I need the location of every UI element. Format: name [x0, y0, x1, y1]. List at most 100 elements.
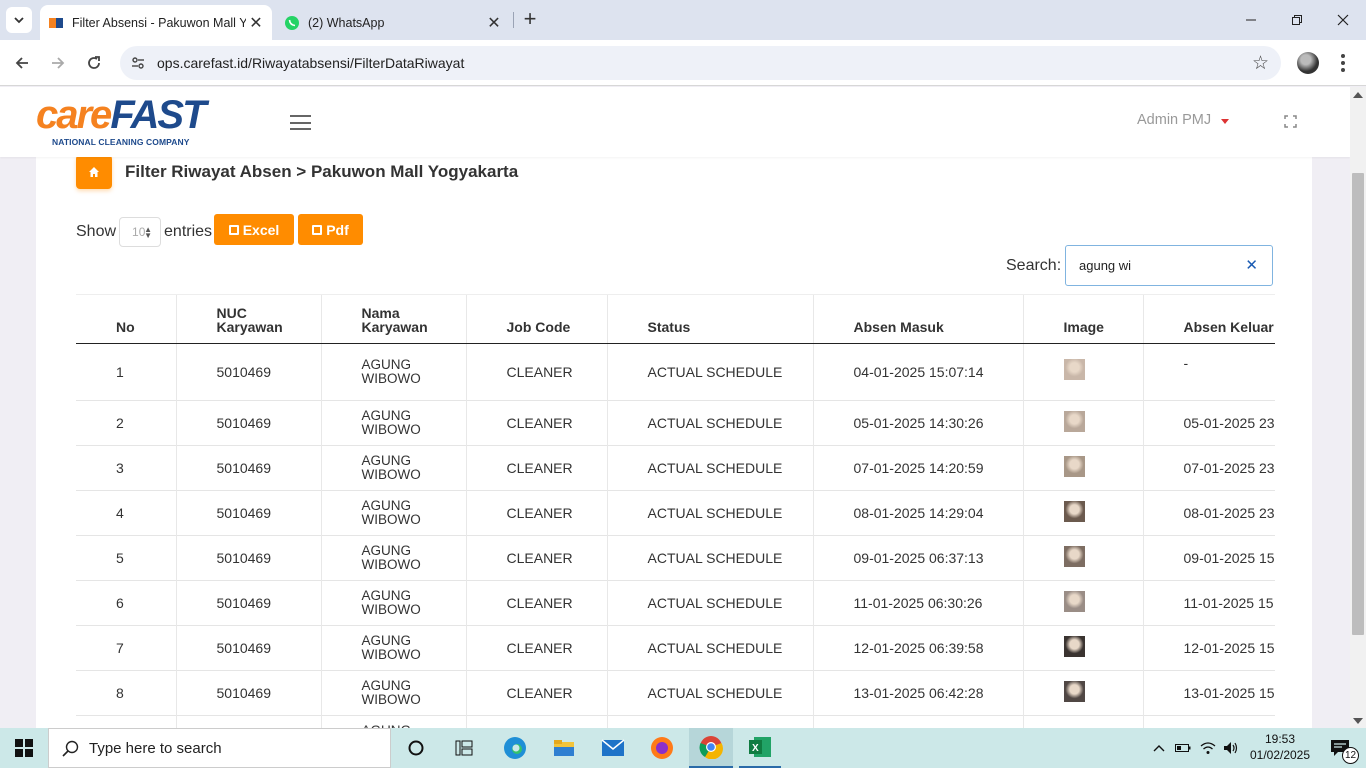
taskbar-search-placeholder: Type here to search — [89, 739, 222, 757]
clear-search-icon[interactable]: ✕ — [1245, 256, 1258, 274]
windows-taskbar: Type here to search X 19:53 01/02/2025 1… — [0, 728, 1366, 768]
page-length-select[interactable]: 10 ▲ ▼ — [119, 217, 162, 247]
back-button[interactable] — [8, 49, 36, 77]
cell-absen-keluar-text: 07-01-2025 23 — [1183, 460, 1275, 476]
cell-job-code: CLEANER — [465, 400, 607, 446]
page-scrollbar[interactable] — [1350, 87, 1366, 728]
tab-whatsapp[interactable]: (2) WhatsApp ✕ — [276, 5, 510, 40]
column-header-nama[interactable]: Nama Karyawan — [320, 294, 466, 344]
search-icon — [62, 740, 79, 757]
attendance-photo-thumbnail[interactable] — [1063, 411, 1085, 432]
tab-filter-absensi[interactable]: Filter Absensi - Pakuwon Mall Y ✕ — [40, 5, 272, 40]
column-header-status[interactable]: Status — [606, 294, 813, 344]
column-header-absen-keluar[interactable]: Absen Keluar — [1142, 294, 1275, 344]
column-header-image[interactable]: Image — [1022, 294, 1143, 344]
table-row: 1 5010469 AGUNG WIBOWO CLEANER ACTUAL SCHEDUL… — [76, 343, 1275, 401]
cortana-button[interactable] — [398, 728, 434, 768]
close-window-button[interactable] — [1320, 0, 1366, 40]
close-tab-icon[interactable]: ✕ — [246, 13, 266, 33]
restore-button[interactable] — [1274, 0, 1320, 40]
pdf-button[interactable]: Pdf — [298, 214, 363, 245]
profile-avatar[interactable] — [1297, 52, 1319, 74]
forward-button[interactable] — [44, 49, 72, 77]
network-button[interactable] — [1199, 728, 1217, 768]
chrome-taskbar-button[interactable] — [689, 728, 733, 768]
caret-down-icon — [1221, 118, 1230, 124]
show-hidden-icons-button[interactable] — [1150, 728, 1168, 768]
reload-button[interactable] — [80, 49, 108, 77]
cell-image — [1022, 580, 1143, 626]
tab-title: (2) WhatsApp — [308, 15, 385, 30]
close-icon — [1337, 14, 1349, 26]
task-view-button[interactable] — [446, 728, 482, 768]
cell-absen-masuk-text: 13-01-2025 06:42:28 — [853, 685, 984, 701]
attendance-photo-thumbnail[interactable] — [1063, 546, 1085, 567]
minimize-button[interactable] — [1228, 0, 1274, 40]
site-settings-icon[interactable] — [130, 55, 146, 71]
cell-nuc-text: 5010469 — [216, 595, 272, 611]
nama-line: AGUNG — [361, 408, 412, 423]
user-menu[interactable]: Admin PMJ — [1137, 112, 1230, 128]
clock[interactable]: 19:53 01/02/2025 — [1248, 731, 1312, 765]
excel-taskbar-button[interactable]: X — [739, 728, 781, 768]
address-bar[interactable]: ops.carefast.id/Riwayatabsensi/FilterDat… — [120, 46, 1281, 80]
cell-job-code-text: CLEANER — [506, 550, 573, 566]
cell-job-code: CLEANER — [465, 490, 607, 536]
cell-absen-keluar: 12-01-2025 15 — [1142, 625, 1275, 671]
hamburger-menu-icon[interactable] — [290, 115, 311, 130]
cell-absen-masuk: 11-01-2025 06:30:26 — [812, 580, 1023, 626]
attendance-photo-thumbnail[interactable] — [1063, 636, 1085, 657]
mail-button[interactable] — [594, 728, 632, 768]
cell-nama: AGUNG — [320, 715, 466, 728]
cell-status-text: ACTUAL SCHEDULE — [647, 595, 783, 611]
cell-job-code-text: CLEANER — [506, 505, 573, 521]
cell-nuc: 5010469 — [175, 400, 321, 446]
attendance-photo-thumbnail[interactable] — [1063, 591, 1085, 612]
attendance-photo-thumbnail[interactable] — [1063, 456, 1085, 477]
cell-nuc: 5010469 — [175, 625, 321, 671]
cell-job-code: CLEANER — [465, 670, 607, 716]
cell-absen-masuk-text: 11-01-2025 06:30:26 — [853, 595, 983, 611]
column-header-absen-masuk[interactable]: Absen Masuk — [812, 294, 1023, 344]
attendance-photo-thumbnail[interactable] — [1063, 501, 1085, 522]
volume-button[interactable] — [1222, 728, 1240, 768]
page-length-control: Show 10 ▲ ▼ entries — [76, 217, 212, 247]
fullscreen-icon[interactable] — [1284, 115, 1297, 128]
tab-search-button[interactable] — [6, 7, 32, 33]
action-center-button[interactable]: 12 — [1320, 728, 1360, 768]
cell-absen-masuk: 13-01-2025 06:42:28 — [812, 670, 1023, 716]
column-header-no[interactable]: No — [76, 294, 176, 344]
bookmark-star-icon[interactable]: ☆ — [1252, 52, 1269, 75]
cell-absen-masuk: 08-01-2025 14:29:04 — [812, 490, 1023, 536]
scroll-up-icon[interactable] — [1353, 92, 1363, 98]
edge-taskbar-button[interactable] — [496, 728, 534, 768]
excel-button[interactable]: Excel — [214, 214, 294, 245]
attendance-photo-thumbnail[interactable] — [1063, 681, 1085, 702]
carefast-logo[interactable]: careFAST NATIONAL CLEANING COMPANY — [36, 95, 226, 150]
new-tab-button[interactable]: + — [518, 8, 542, 32]
speaker-icon — [1224, 742, 1238, 754]
table-row: AGUNG — [76, 715, 1275, 728]
cell-status-text: ACTUAL SCHEDULE — [647, 550, 783, 566]
attendance-photo-thumbnail[interactable] — [1063, 359, 1085, 380]
browser-menu-icon[interactable] — [1334, 50, 1352, 76]
scroll-down-icon[interactable] — [1353, 718, 1363, 724]
close-tab-icon[interactable]: ✕ — [484, 13, 504, 33]
cell-image — [1022, 445, 1143, 491]
start-button[interactable] — [0, 728, 48, 768]
clock-date: 01/02/2025 — [1249, 748, 1311, 762]
home-button[interactable] — [76, 155, 112, 189]
scrollbar-thumb[interactable] — [1352, 173, 1364, 635]
column-header-job-code[interactable]: Job Code — [465, 294, 607, 344]
column-header-nuc[interactable]: NUC Karyawan — [175, 294, 321, 344]
search-field[interactable]: ✕ — [1065, 245, 1273, 286]
file-explorer-button[interactable] — [545, 728, 583, 768]
table-header-row: No NUC Karyawan Nama Karyawan Job Code Sta… — [76, 294, 1275, 344]
nama-line: AGUNG — [361, 588, 412, 603]
search-input[interactable] — [1079, 258, 1239, 273]
taskbar-search-box[interactable]: Type here to search — [48, 728, 391, 768]
firefox-button[interactable] — [643, 728, 681, 768]
battery-button[interactable] — [1174, 728, 1192, 768]
cell-no-text: 2 — [116, 415, 124, 431]
cell-job-code: CLEANER — [465, 445, 607, 491]
